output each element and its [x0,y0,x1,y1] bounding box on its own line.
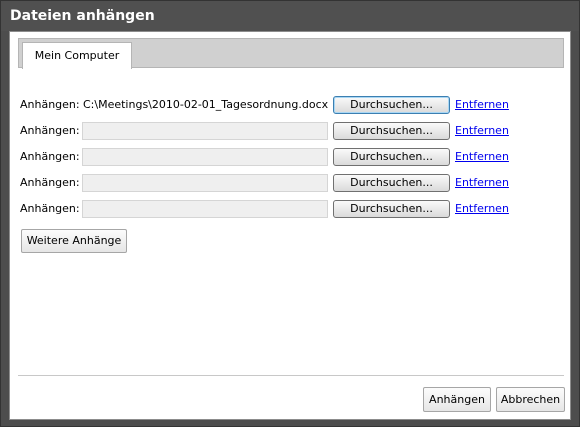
remove-link[interactable]: Entfernen [455,124,509,137]
attachment-label: Anhängen: [20,98,80,111]
attachment-row: Anhängen: C:\Meetings\2010-02-01_Tagesor… [20,96,560,114]
remove-link[interactable]: Entfernen [455,150,509,163]
attach-button[interactable]: Anhängen [423,387,491,412]
attachment-label: Anhängen: [20,202,80,215]
attachment-file-input[interactable] [82,148,328,166]
remove-link[interactable]: Entfernen [455,202,509,215]
attachment-row: Anhängen: Durchsuchen... Entfernen [20,122,560,140]
attachment-label: Anhängen: [20,124,80,137]
browse-button[interactable]: Durchsuchen... [333,200,450,218]
attachment-file-input[interactable]: C:\Meetings\2010-02-01_Tagesordnung.docx [82,96,332,114]
cancel-button[interactable]: Abbrechen [496,387,565,412]
attachment-row: Anhängen: Durchsuchen... Entfernen [20,174,560,192]
attachment-label: Anhängen: [20,150,80,163]
attach-files-dialog: Dateien anhängen Mein Computer Anhängen:… [0,0,580,427]
remove-link[interactable]: Entfernen [455,176,509,189]
dialog-content: Mein Computer Anhängen: C:\Meetings\2010… [9,31,571,420]
footer-divider [18,375,564,376]
attachment-row: Anhängen: Durchsuchen... Entfernen [20,200,560,218]
attachment-row: Anhängen: Durchsuchen... Entfernen [20,148,560,166]
attachment-file-input[interactable] [82,122,328,140]
attachment-label: Anhängen: [20,176,80,189]
tab-strip: Mein Computer [18,38,564,69]
browse-button[interactable]: Durchsuchen... [333,122,450,140]
attachment-file-input[interactable] [82,174,328,192]
tab-my-computer[interactable]: Mein Computer [22,42,132,69]
browse-button[interactable]: Durchsuchen... [333,96,450,114]
attachment-file-input[interactable] [82,200,328,218]
browse-button[interactable]: Durchsuchen... [333,148,450,166]
dialog-title[interactable]: Dateien anhängen [1,1,579,31]
browse-button[interactable]: Durchsuchen... [333,174,450,192]
remove-link[interactable]: Entfernen [455,98,509,111]
more-attachments-button[interactable]: Weitere Anhänge [21,229,127,253]
